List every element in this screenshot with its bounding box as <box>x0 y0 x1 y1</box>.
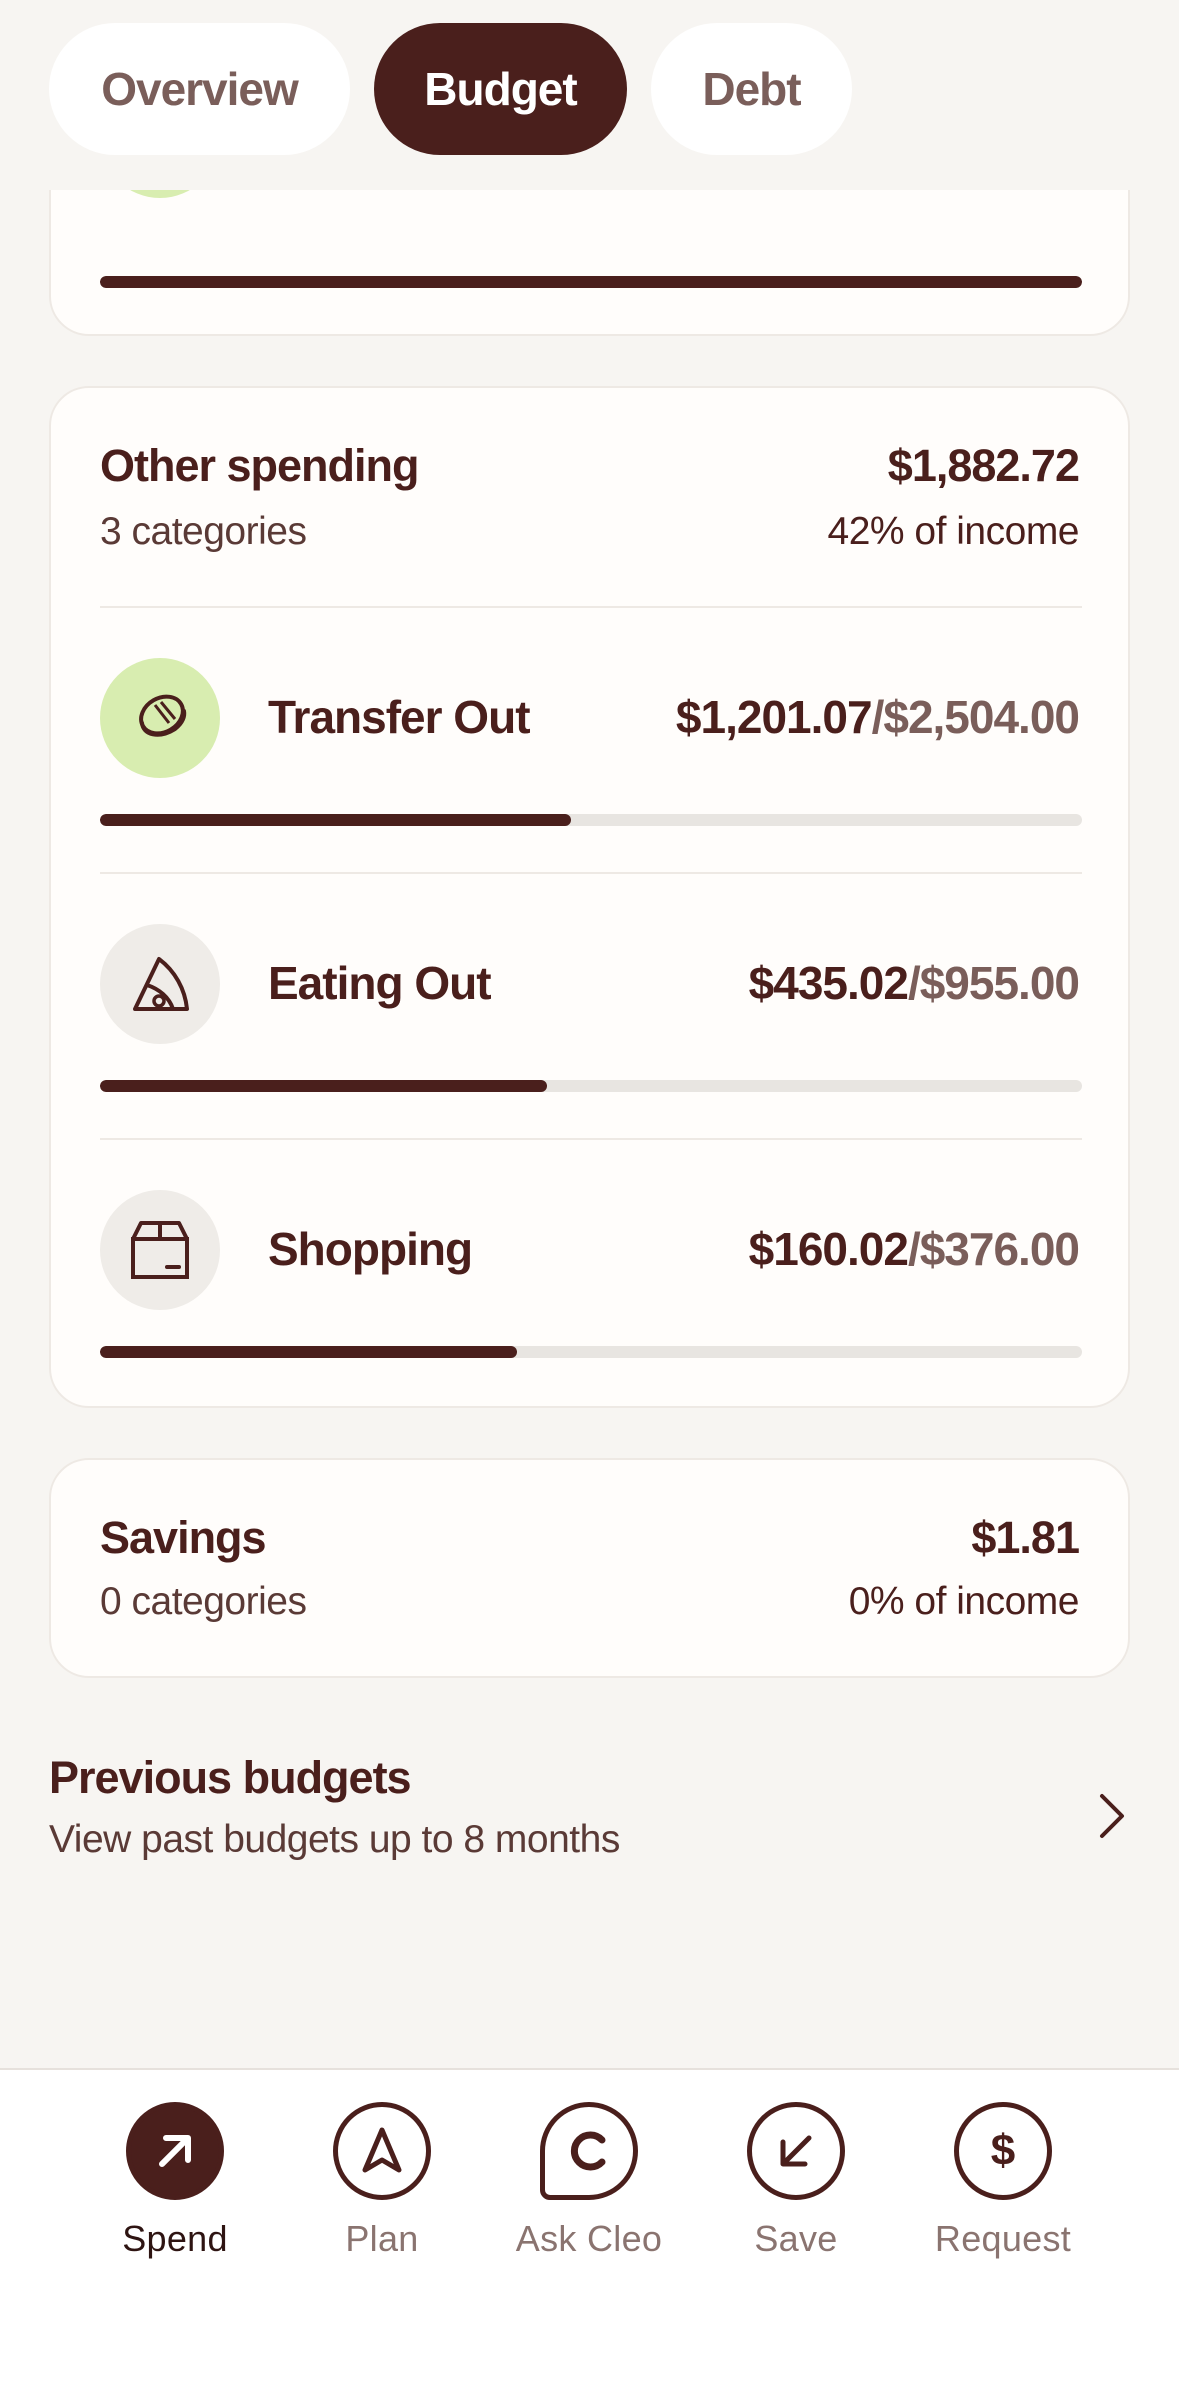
savings-amount: $1.81 <box>971 1512 1080 1563</box>
coin-icon <box>100 658 220 778</box>
savings-card[interactable]: Savings 0 categories $1.81 0% of income <box>49 1458 1130 1678</box>
tabs: Overview Budget Debt <box>49 23 852 155</box>
section-amount: $1,882.72 <box>887 440 1080 491</box>
nav-save[interactable]: Save <box>706 2102 886 2260</box>
nav-ask-cleo[interactable]: Ask Cleo <box>499 2102 679 2260</box>
category-amount: $435.02/$955.00 <box>748 956 1080 1010</box>
svg-text:$: $ <box>991 2126 1015 2175</box>
section-percent: 42% of income <box>827 510 1080 553</box>
nav-request[interactable]: $ Request <box>913 2102 1093 2260</box>
nav-plan[interactable]: Plan <box>292 2102 472 2260</box>
section-title: Other spending <box>100 440 420 491</box>
divider <box>100 606 1082 608</box>
category-spent: $435.02 <box>748 957 909 1009</box>
nav-label: Spend <box>122 2218 228 2259</box>
category-progress-fill <box>100 814 572 826</box>
category-progress-bar <box>100 1346 1082 1358</box>
box-icon <box>100 1190 220 1310</box>
loans-progress-bar <box>100 276 1082 288</box>
tab-debt[interactable]: Debt <box>651 23 852 155</box>
nav-label: Request <box>934 2218 1072 2259</box>
section-subtitle: 3 categories <box>100 510 307 553</box>
budget-screen: Other spending 3 categories $1,882.72 42… <box>0 0 1179 2396</box>
arrow-up-right-icon <box>126 2102 224 2200</box>
category-spent: $1,201.07 <box>675 691 873 743</box>
savings-percent: 0% of income <box>848 1580 1080 1623</box>
category-name: Shopping <box>268 1223 473 1275</box>
divider <box>100 1138 1082 1140</box>
navigation-arrow-icon <box>333 2102 431 2200</box>
category-progress-bar <box>100 1080 1082 1092</box>
nav-label: Ask Cleo <box>515 2218 663 2259</box>
tab-overview[interactable]: Overview <box>49 23 350 155</box>
arrow-down-left-icon <box>747 2102 845 2200</box>
category-amount: $160.02/$376.00 <box>748 1222 1080 1276</box>
bottom-nav: Spend Plan Ask Cleo Save $ Request <box>0 2068 1179 2396</box>
category-amount: $1,201.07/$2,504.00 <box>675 690 1080 744</box>
pizza-slice-icon <box>100 924 220 1044</box>
previous-budgets-subtitle: View past budgets up to 8 months <box>49 1818 620 1861</box>
nav-label: Save <box>754 2218 838 2259</box>
category-spent: $160.02 <box>748 1223 909 1275</box>
category-progress-bar <box>100 814 1082 826</box>
loans-progress-fill <box>100 276 1082 288</box>
chevron-right-icon <box>1090 1786 1130 1846</box>
category-progress-fill <box>100 1346 518 1358</box>
cleo-chat-icon <box>540 2102 638 2200</box>
previous-budgets-title: Previous budgets <box>49 1752 412 1803</box>
previous-budgets-link[interactable]: Previous budgets View past budgets up to… <box>49 1752 1130 1882</box>
nav-spend[interactable]: Spend <box>85 2102 265 2260</box>
category-limit: /$2,504.00 <box>871 691 1080 743</box>
other-spending-card[interactable]: Other spending 3 categories $1,882.72 42… <box>49 386 1130 1408</box>
top-tab-bar: Overview Budget Debt <box>0 0 1179 190</box>
category-name: Transfer Out <box>268 691 531 743</box>
dollar-icon: $ <box>954 2102 1052 2200</box>
category-limit: /$376.00 <box>907 1223 1080 1275</box>
category-limit: /$955.00 <box>907 957 1080 1009</box>
category-progress-fill <box>100 1080 547 1092</box>
tab-budget[interactable]: Budget <box>374 23 627 155</box>
savings-title: Savings <box>100 1512 267 1563</box>
savings-subtitle: 0 categories <box>100 1580 307 1623</box>
category-name: Eating Out <box>268 957 492 1009</box>
divider <box>100 872 1082 874</box>
nav-label: Plan <box>345 2218 419 2259</box>
